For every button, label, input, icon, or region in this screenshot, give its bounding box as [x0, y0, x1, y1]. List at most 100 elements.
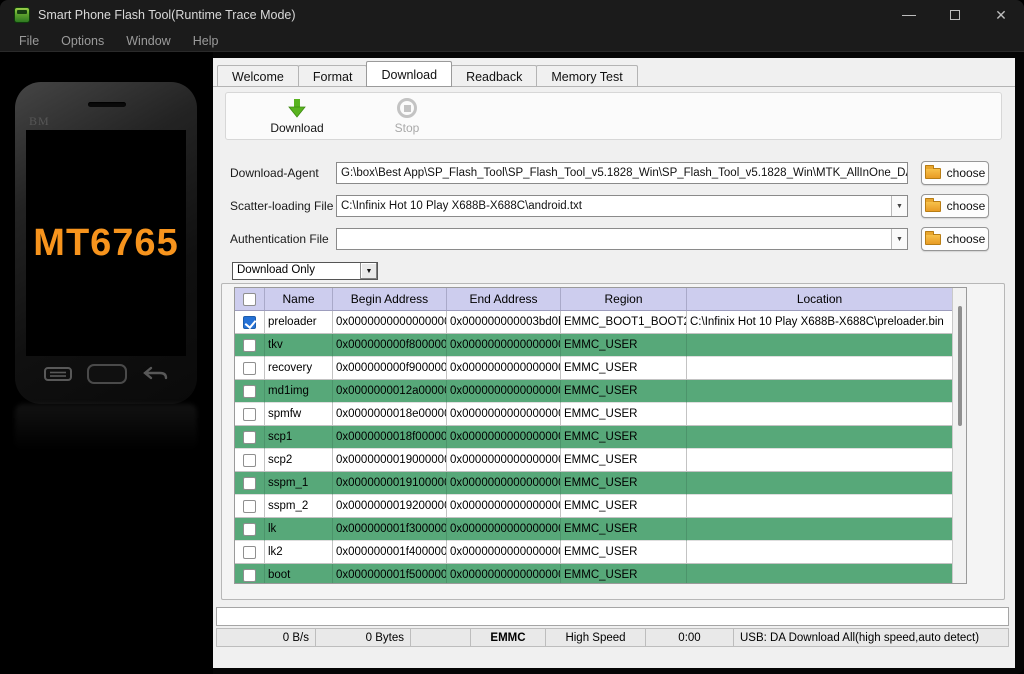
- menu-options[interactable]: Options: [50, 34, 115, 48]
- home-key-icon: [86, 363, 128, 385]
- cell-name: sspm_2: [265, 495, 333, 518]
- maximize-button[interactable]: [932, 0, 978, 30]
- tab-readback[interactable]: Readback: [451, 65, 537, 87]
- auth-file-field[interactable]: [336, 228, 908, 250]
- row-checkbox[interactable]: [243, 477, 256, 490]
- download-agent-field[interactable]: G:\box\Best App\SP_Flash_Tool\SP_Flash_T…: [336, 162, 908, 184]
- row-checkbox[interactable]: [243, 523, 256, 536]
- tab-format[interactable]: Format: [298, 65, 368, 87]
- cell-location: [687, 403, 952, 426]
- cell-end: 0x0000000000000000: [447, 449, 561, 472]
- phone-image: BM MT6765: [15, 82, 197, 404]
- cell-region: EMMC_USER: [561, 449, 687, 472]
- row-checkbox[interactable]: [243, 569, 256, 582]
- mode-select[interactable]: Download Only ▼: [232, 262, 378, 280]
- cell-end: 0x0000000000000000: [447, 380, 561, 403]
- cell-begin: 0x0000000019100000: [333, 472, 447, 495]
- row-checkbox[interactable]: [243, 408, 256, 421]
- tab-memory-test[interactable]: Memory Test: [536, 65, 637, 87]
- row-checkbox-cell: [235, 472, 265, 495]
- select-all-checkbox[interactable]: [243, 293, 256, 306]
- table-row[interactable]: lk0x000000001f3000000x0000000000000000EM…: [235, 518, 952, 541]
- table-row[interactable]: recovery0x000000000f9000000x000000000000…: [235, 357, 952, 380]
- status-cell-5: 0:00: [646, 628, 734, 647]
- minimize-button[interactable]: [886, 0, 932, 30]
- cell-end: 0x0000000000000000: [447, 495, 561, 518]
- header-end-address[interactable]: End Address: [447, 288, 561, 310]
- row-checkbox[interactable]: [243, 316, 256, 329]
- table-row[interactable]: md1img0x0000000012a000000x00000000000000…: [235, 380, 952, 403]
- cell-location: [687, 380, 952, 403]
- menu-help[interactable]: Help: [182, 34, 230, 48]
- cell-location: [687, 426, 952, 449]
- table-row[interactable]: scp10x0000000018f000000x0000000000000000…: [235, 426, 952, 449]
- scrollbar-thumb[interactable]: [958, 306, 962, 426]
- mode-select-arrow-icon[interactable]: ▼: [360, 263, 377, 279]
- header-name[interactable]: Name: [265, 288, 333, 310]
- header-begin-address[interactable]: Begin Address: [333, 288, 447, 310]
- cell-location: [687, 564, 952, 584]
- row-checkbox-cell: [235, 403, 265, 426]
- cell-location: [687, 357, 952, 380]
- cell-region: EMMC_BOOT1_BOOT2: [561, 311, 687, 334]
- cell-location: [687, 541, 952, 564]
- row-checkbox[interactable]: [243, 454, 256, 467]
- folder-icon: [925, 201, 941, 212]
- row-checkbox-cell: [235, 541, 265, 564]
- tab-welcome[interactable]: Welcome: [217, 65, 299, 87]
- toolbar: Download Stop: [225, 92, 1002, 140]
- row-checkbox[interactable]: [243, 546, 256, 559]
- download-agent-choose-button[interactable]: choose: [921, 161, 989, 185]
- stop-button[interactable]: Stop: [364, 96, 450, 138]
- status-bar: 0 B/s0 BytesEMMCHigh Speed0:00USB: DA Do…: [216, 628, 1009, 647]
- header-region[interactable]: Region: [561, 288, 687, 310]
- scatter-file-label: Scatter-loading File: [230, 199, 333, 213]
- table-row[interactable]: lk20x000000001f4000000x0000000000000000E…: [235, 541, 952, 564]
- row-checkbox[interactable]: [243, 500, 256, 513]
- cell-name: scp1: [265, 426, 333, 449]
- cell-begin: 0x000000001f500000: [333, 564, 447, 584]
- download-button[interactable]: Download: [254, 96, 340, 138]
- table-row[interactable]: preloader0x00000000000000000x00000000000…: [235, 311, 952, 334]
- row-checkbox[interactable]: [243, 339, 256, 352]
- header-location[interactable]: Location: [687, 288, 952, 310]
- scatter-file-dropdown-icon[interactable]: ▼: [891, 196, 907, 216]
- row-checkbox[interactable]: [243, 385, 256, 398]
- auth-file-choose-button[interactable]: choose: [921, 227, 989, 251]
- cell-begin: 0x0000000019000000: [333, 449, 447, 472]
- scatter-file-field[interactable]: C:\Infinix Hot 10 Play X688B-X688C\andro…: [336, 195, 908, 217]
- row-checkbox[interactable]: [243, 431, 256, 444]
- tab-download[interactable]: Download: [366, 61, 452, 87]
- cell-region: EMMC_USER: [561, 541, 687, 564]
- menu-window[interactable]: Window: [115, 34, 181, 48]
- cell-region: EMMC_USER: [561, 472, 687, 495]
- folder-icon: [925, 168, 941, 179]
- cell-end: 0x0000000000000000: [447, 564, 561, 584]
- table-row[interactable]: boot0x000000001f5000000x0000000000000000…: [235, 564, 952, 584]
- choose-button-label: choose: [947, 199, 986, 213]
- download-button-label: Download: [270, 121, 323, 135]
- tab-bar: WelcomeFormatDownloadReadbackMemory Test: [217, 61, 637, 87]
- row-checkbox-cell: [235, 564, 265, 584]
- cell-location: C:\Infinix Hot 10 Play X688B-X688C\prelo…: [687, 311, 952, 334]
- partition-table: Name Begin Address End Address Region Lo…: [234, 287, 967, 584]
- table-row[interactable]: sspm_10x00000000191000000x00000000000000…: [235, 472, 952, 495]
- table-row[interactable]: spmfw0x0000000018e000000x000000000000000…: [235, 403, 952, 426]
- status-cell-6: USB: DA Download All(high speed,auto det…: [734, 628, 1009, 647]
- table-row[interactable]: scp20x00000000190000000x0000000000000000…: [235, 449, 952, 472]
- auth-file-dropdown-icon[interactable]: ▼: [891, 229, 907, 249]
- close-button[interactable]: ✕: [978, 0, 1024, 30]
- device-preview-panel: BM MT6765: [0, 52, 213, 674]
- phone-reflection: [15, 404, 197, 450]
- table-scrollbar[interactable]: [952, 288, 966, 583]
- menu-file[interactable]: File: [8, 34, 50, 48]
- cell-begin: 0x0000000018f00000: [333, 426, 447, 449]
- main-panel: WelcomeFormatDownloadReadbackMemory Test…: [213, 58, 1015, 668]
- table-row[interactable]: tkv0x000000000f8000000x0000000000000000E…: [235, 334, 952, 357]
- table-row[interactable]: sspm_20x00000000192000000x00000000000000…: [235, 495, 952, 518]
- row-checkbox[interactable]: [243, 362, 256, 375]
- cell-region: EMMC_USER: [561, 564, 687, 584]
- download-arrow-icon: [286, 98, 308, 120]
- scatter-file-choose-button[interactable]: choose: [921, 194, 989, 218]
- title-bar: Smart Phone Flash Tool(Runtime Trace Mod…: [0, 0, 1024, 30]
